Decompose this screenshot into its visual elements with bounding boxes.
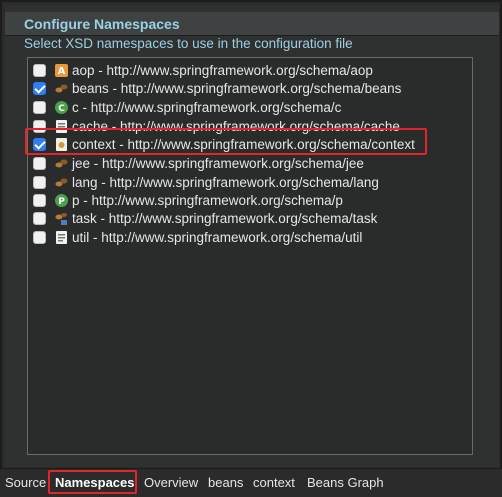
aop-icon: A	[55, 64, 68, 77]
tab-source[interactable]: Source	[5, 475, 46, 490]
section-header[interactable]: Configure Namespaces	[5, 12, 499, 36]
util-checkbox[interactable]	[33, 231, 46, 244]
util-label: util - http://www.springframework.org/sc…	[72, 230, 363, 245]
namespace-row-beans[interactable]: beans - http://www.springframework.org/s…	[28, 80, 468, 98]
aop-label: aop - http://www.springframework.org/sch…	[72, 63, 373, 78]
task-icon	[55, 213, 67, 225]
c-label: c - http://www.springframework.org/schem…	[72, 100, 342, 115]
jee-icon	[55, 159, 68, 168]
svg-text:A: A	[58, 66, 66, 77]
tab-beans[interactable]: beans	[208, 475, 243, 490]
lang-label: lang - http://www.springframework.org/sc…	[72, 175, 379, 190]
lang-checkbox[interactable]	[33, 176, 46, 189]
beans-icon	[55, 84, 68, 93]
beans-checkbox[interactable]	[33, 82, 46, 95]
util-icon	[56, 231, 67, 244]
beans-label: beans - http://www.springframework.org/s…	[72, 81, 402, 96]
p-checkbox[interactable]	[33, 194, 46, 207]
context-highlight-annotation	[25, 128, 427, 155]
namespace-row-c[interactable]: C c - http://www.springframework.org/sch…	[28, 99, 468, 117]
namespace-row-util[interactable]: util - http://www.springframework.org/sc…	[28, 229, 468, 247]
c-icon: C	[55, 101, 68, 114]
tab-overview[interactable]: Overview	[144, 475, 198, 490]
tab-context[interactable]: context	[253, 475, 295, 490]
namespace-row-jee[interactable]: jee - http://www.springframework.org/sch…	[28, 155, 468, 173]
namespace-row-p[interactable]: P p - http://www.springframework.org/sch…	[28, 192, 468, 210]
p-label: p - http://www.springframework.org/schem…	[72, 193, 343, 208]
aop-checkbox[interactable]	[33, 64, 46, 77]
svg-text:P: P	[58, 197, 65, 207]
lang-icon	[55, 178, 68, 187]
namespaces-tab-highlight-annotation	[48, 470, 137, 494]
namespace-row-task[interactable]: task - http://www.springframework.org/sc…	[28, 210, 468, 228]
svg-text:C: C	[58, 104, 65, 114]
task-checkbox[interactable]	[33, 212, 46, 225]
namespace-list[interactable]: A aop - http://www.springframework.org/s…	[27, 57, 473, 455]
editor-window: Configure Namespaces Select XSD namespac…	[0, 0, 502, 497]
section-description: Select XSD namespaces to use in the conf…	[24, 36, 353, 51]
namespace-row-lang[interactable]: lang - http://www.springframework.org/sc…	[28, 174, 468, 192]
section-title: Configure Namespaces	[24, 16, 180, 32]
jee-checkbox[interactable]	[33, 157, 46, 170]
tab-beans-graph[interactable]: Beans Graph	[307, 475, 384, 490]
c-checkbox[interactable]	[33, 101, 46, 114]
p-icon: P	[55, 194, 68, 207]
jee-label: jee - http://www.springframework.org/sch…	[72, 156, 364, 171]
task-label: task - http://www.springframework.org/sc…	[72, 211, 378, 226]
namespace-row-aop[interactable]: A aop - http://www.springframework.org/s…	[28, 62, 468, 80]
